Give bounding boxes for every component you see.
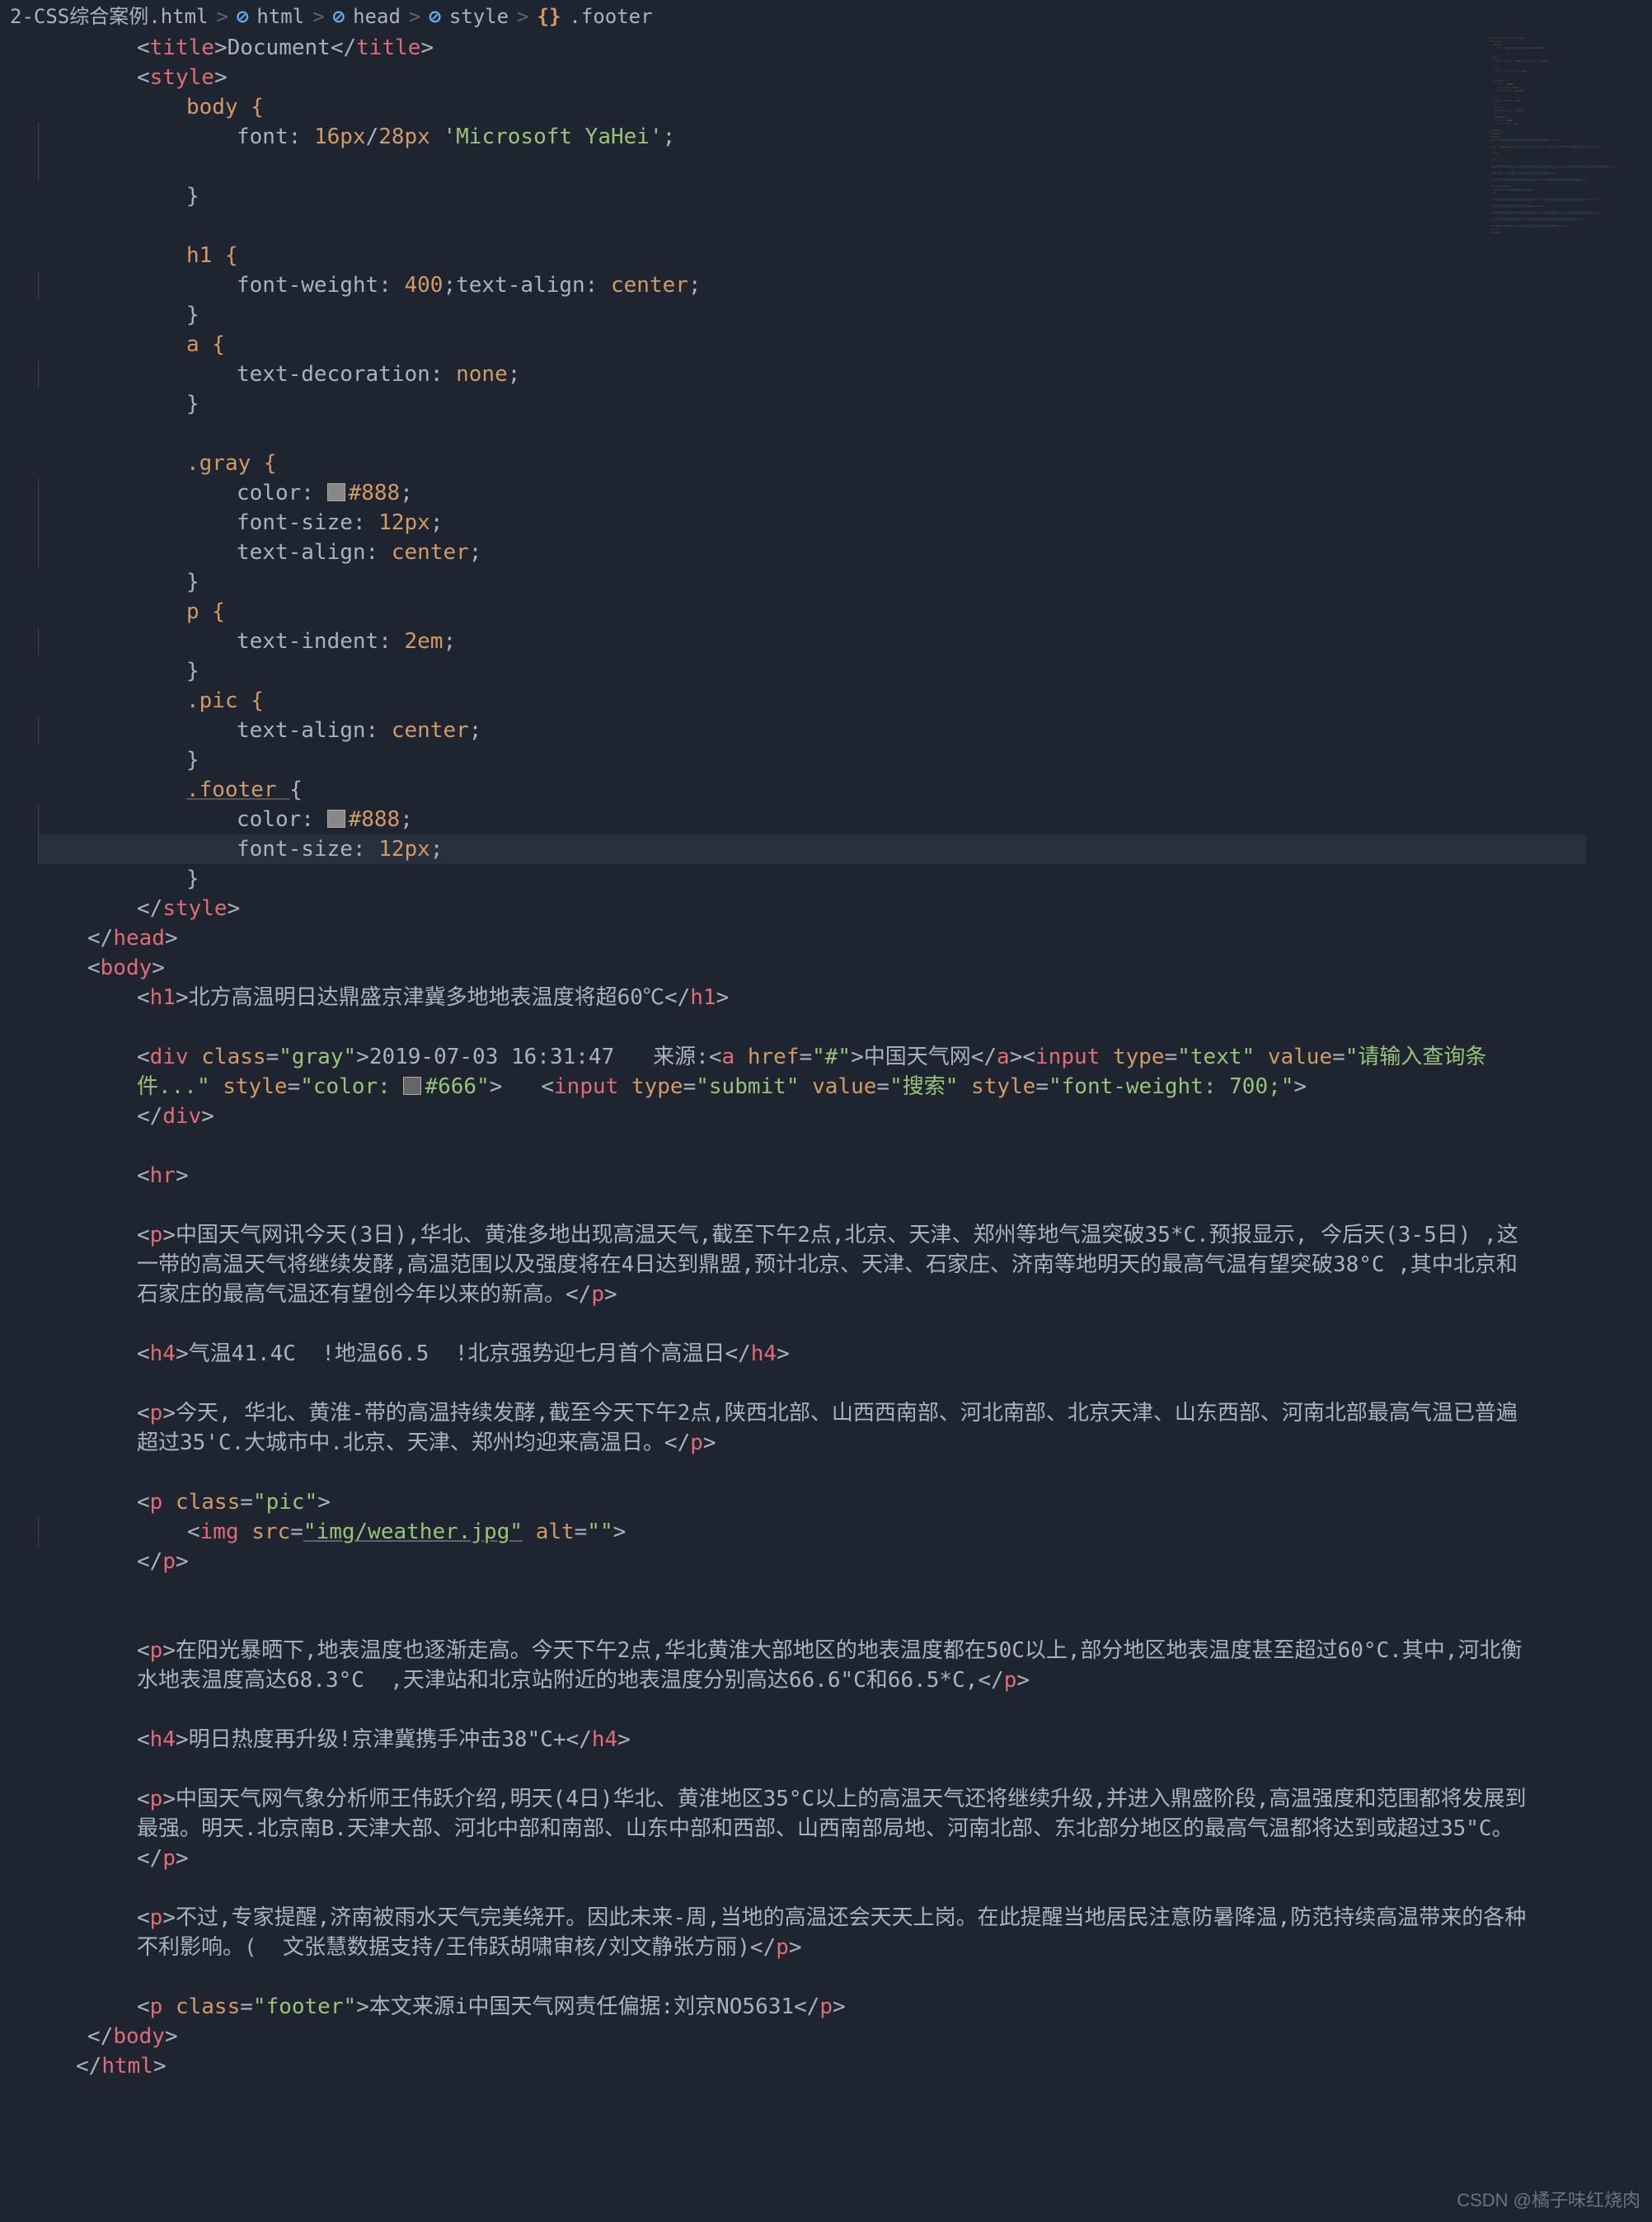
code-line: .footer {	[38, 775, 1652, 805]
code-line: <body>	[38, 953, 1652, 983]
code-line	[38, 1962, 1652, 1992]
watermark: CSDN @橘子味红烧肉	[1457, 2186, 1640, 2215]
chevron-icon: >	[217, 2, 228, 31]
code-line: body {	[38, 92, 1652, 122]
color-swatch-icon	[327, 483, 345, 501]
code-line: <h4>气温41.4C !地温66.5 !北京强势迎七月首个高温日</h4>	[38, 1339, 1652, 1369]
code-line	[38, 1309, 1652, 1339]
code-line: }	[38, 389, 1652, 419]
code-line	[38, 1191, 1652, 1220]
code-line: }	[38, 567, 1652, 597]
code-line: text-decoration: none;	[38, 359, 1652, 389]
code-line: }	[38, 656, 1652, 686]
code-line: font-size: 12px;	[38, 508, 1652, 538]
color-swatch-icon	[327, 810, 345, 828]
code-line: <h4>明日热度再升级!京津冀携手冲击38"C+</h4>	[38, 1725, 1652, 1755]
code-line	[38, 1458, 1652, 1487]
html-icon: ⊘	[429, 2, 440, 31]
code-line	[38, 1695, 1652, 1725]
html-icon: ⊘	[333, 2, 345, 31]
code-line	[38, 1755, 1652, 1784]
code-line: <img src="img/weather.jpg" alt="">	[38, 1517, 1652, 1547]
code-line: font-size: 12px;	[38, 834, 1652, 864]
code-line: .gray {	[38, 449, 1652, 478]
code-line: </html>	[38, 2051, 1652, 2081]
code-line	[38, 1131, 1652, 1161]
code-line: <p>在阳光暴晒下,地表温度也逐渐走高。今天下午2点,华北黄淮大部地区的地表温度…	[38, 1636, 1538, 1695]
breadcrumb-file[interactable]: 2-CSS综合案例.html	[10, 2, 209, 31]
code-line: }	[38, 864, 1652, 894]
chevron-icon: >	[312, 2, 324, 31]
chevron-icon: >	[517, 2, 528, 31]
code-line	[38, 419, 1652, 449]
code-line	[38, 1873, 1652, 1903]
code-line: text-align: center;	[38, 538, 1652, 567]
color-swatch-icon	[403, 1077, 421, 1095]
code-line: color: #888;	[38, 478, 1652, 508]
code-line	[38, 1576, 1652, 1606]
code-line: <p>今天, 华北、黄淮-带的高温持续发酵,截至今天下午2点,陕西北部、山西西南…	[38, 1398, 1538, 1458]
code-line: text-indent: 2em;	[38, 627, 1652, 656]
code-line: </style>	[38, 894, 1652, 923]
code-line: }	[38, 300, 1652, 330]
code-line: a {	[38, 330, 1652, 359]
code-line: <hr>	[38, 1161, 1652, 1191]
code-line: <p>中国天气网气象分析师王伟跃介绍,明天(4日)华北、黄淮地区35°C以上的高…	[38, 1784, 1538, 1873]
code-line: </div>	[38, 1102, 1652, 1131]
code-line: }	[38, 745, 1652, 775]
code-line: </head>	[38, 923, 1652, 953]
code-line: font: 16px/28px 'Microsoft YaHei';	[38, 122, 1652, 152]
code-line: <p>中国天气网讯今天(3日),华北、黄淮多地出现高温天气,截至下午2点,北京、…	[38, 1220, 1538, 1309]
chevron-icon: >	[409, 2, 420, 31]
code-line: <p class="footer">本文来源i中国天气网责任偏据:刘京NO563…	[38, 1992, 1652, 2022]
code-line	[38, 211, 1652, 241]
breadcrumb-item[interactable]: head	[353, 2, 401, 31]
breadcrumb-item[interactable]: .footer	[569, 2, 652, 31]
code-line: <style>	[38, 63, 1652, 92]
code-line: <p>不过,专家提醒,济南被雨水天气完美绕开。因此未来-周,当地的高温还会天天上…	[38, 1903, 1538, 1962]
code-line: .pic {	[38, 686, 1652, 716]
code-line	[38, 152, 1652, 181]
code-line: }	[38, 181, 1652, 211]
code-line: </p>	[38, 1547, 1652, 1576]
code-line: p {	[38, 597, 1652, 627]
breadcrumb[interactable]: 2-CSS综合案例.html > ⊘ html > ⊘ head > ⊘ sty…	[0, 0, 1652, 33]
code-line: h1 {	[38, 241, 1652, 270]
code-line	[38, 1012, 1652, 1042]
code-line: font-weight: 400;text-align: center;	[38, 270, 1652, 300]
breadcrumb-item[interactable]: html	[256, 2, 304, 31]
class-icon: {}	[537, 2, 561, 31]
code-line	[38, 1369, 1652, 1398]
code-line: <div class="gray">2019-07-03 16:31:47 来源…	[38, 1042, 1538, 1102]
code-line: <p class="pic">	[38, 1487, 1652, 1517]
breadcrumb-item[interactable]: style	[449, 2, 509, 31]
code-line	[38, 1606, 1652, 1636]
code-line: color: #888;	[38, 805, 1652, 834]
code-line: </body>	[38, 2022, 1652, 2051]
editor-area[interactable]: <title>Document</title> <style> body { f…	[0, 33, 1652, 2081]
code-line: <title>Document</title>	[38, 33, 1652, 63]
html-icon: ⊘	[237, 2, 248, 31]
code-line: text-align: center;	[38, 716, 1652, 745]
code-line: <h1>北方高温明日达鼎盛京津冀多地地表温度将超60℃</h1>	[38, 983, 1652, 1012]
